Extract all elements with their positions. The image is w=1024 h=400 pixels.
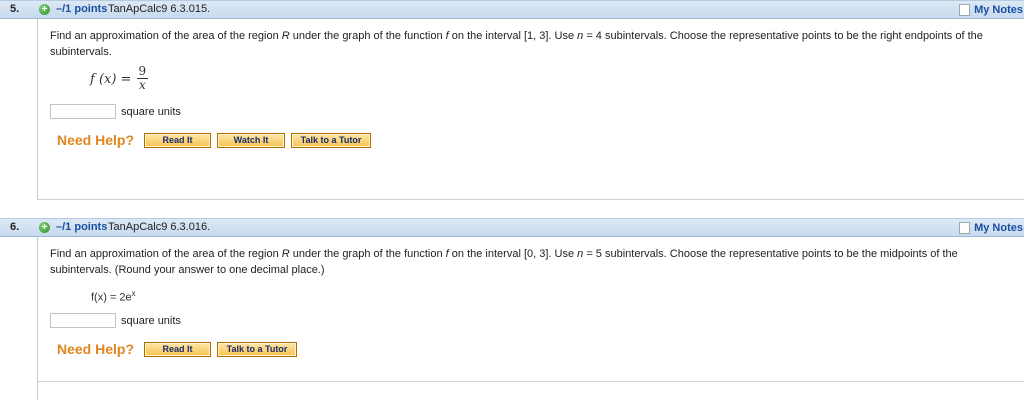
help-row: Need Help? Read It Talk to a Tutor bbox=[57, 341, 303, 357]
watch-it-button[interactable]: Watch It bbox=[217, 132, 286, 148]
question-prompt: Find an approximation of the area of the… bbox=[50, 248, 958, 276]
function-formula: f(x) = 2ex bbox=[91, 289, 136, 304]
divider bbox=[37, 381, 1024, 382]
read-it-button[interactable]: Read It bbox=[144, 132, 212, 148]
need-help-label: Need Help? bbox=[57, 341, 135, 357]
my-notes-label: My Notes bbox=[974, 221, 1023, 234]
expand-plus-icon[interactable]: + bbox=[39, 222, 50, 233]
fraction: 9 x bbox=[136, 64, 149, 92]
answer-input[interactable] bbox=[50, 104, 116, 119]
help-row: Need Help? Read It Watch It Talk to a Tu… bbox=[57, 132, 377, 148]
need-help-label: Need Help? bbox=[57, 132, 135, 148]
divider bbox=[37, 199, 1024, 200]
read-it-button[interactable]: Read It bbox=[144, 341, 212, 357]
function-formula: f (x) = 9 x bbox=[90, 64, 149, 92]
question-body: Find an approximation of the area of the… bbox=[37, 19, 1024, 199]
points-label: –/1 points bbox=[56, 221, 108, 233]
question-id: TanApCalc9 6.3.015. bbox=[108, 3, 211, 15]
expand-plus-icon[interactable]: + bbox=[39, 4, 50, 15]
question-body: Find an approximation of the area of the… bbox=[37, 237, 1024, 400]
talk-to-tutor-button[interactable]: Talk to a Tutor bbox=[291, 132, 372, 148]
my-notes-link[interactable]: My Notes bbox=[959, 220, 1023, 235]
question-header: 6. + –/1 points TanApCalc9 6.3.016. My N… bbox=[0, 218, 1024, 237]
my-notes-label: My Notes bbox=[974, 3, 1023, 16]
answer-row: square units bbox=[50, 313, 181, 328]
my-notes-link[interactable]: My Notes bbox=[959, 2, 1023, 17]
question-prompt: Find an approximation of the area of the… bbox=[50, 30, 983, 58]
answer-input[interactable] bbox=[50, 313, 116, 328]
units-label: square units bbox=[121, 314, 181, 327]
question-header: 5. + –/1 points TanApCalc9 6.3.015. My N… bbox=[0, 0, 1024, 19]
answer-row: square units bbox=[50, 104, 181, 119]
points-label: –/1 points bbox=[56, 3, 108, 15]
note-icon bbox=[959, 3, 971, 16]
talk-to-tutor-button[interactable]: Talk to a Tutor bbox=[217, 341, 298, 357]
note-icon bbox=[959, 221, 971, 234]
question-number: 5. bbox=[10, 3, 20, 15]
question-id: TanApCalc9 6.3.016. bbox=[108, 221, 211, 233]
question-number: 6. bbox=[10, 221, 20, 233]
units-label: square units bbox=[121, 105, 181, 118]
